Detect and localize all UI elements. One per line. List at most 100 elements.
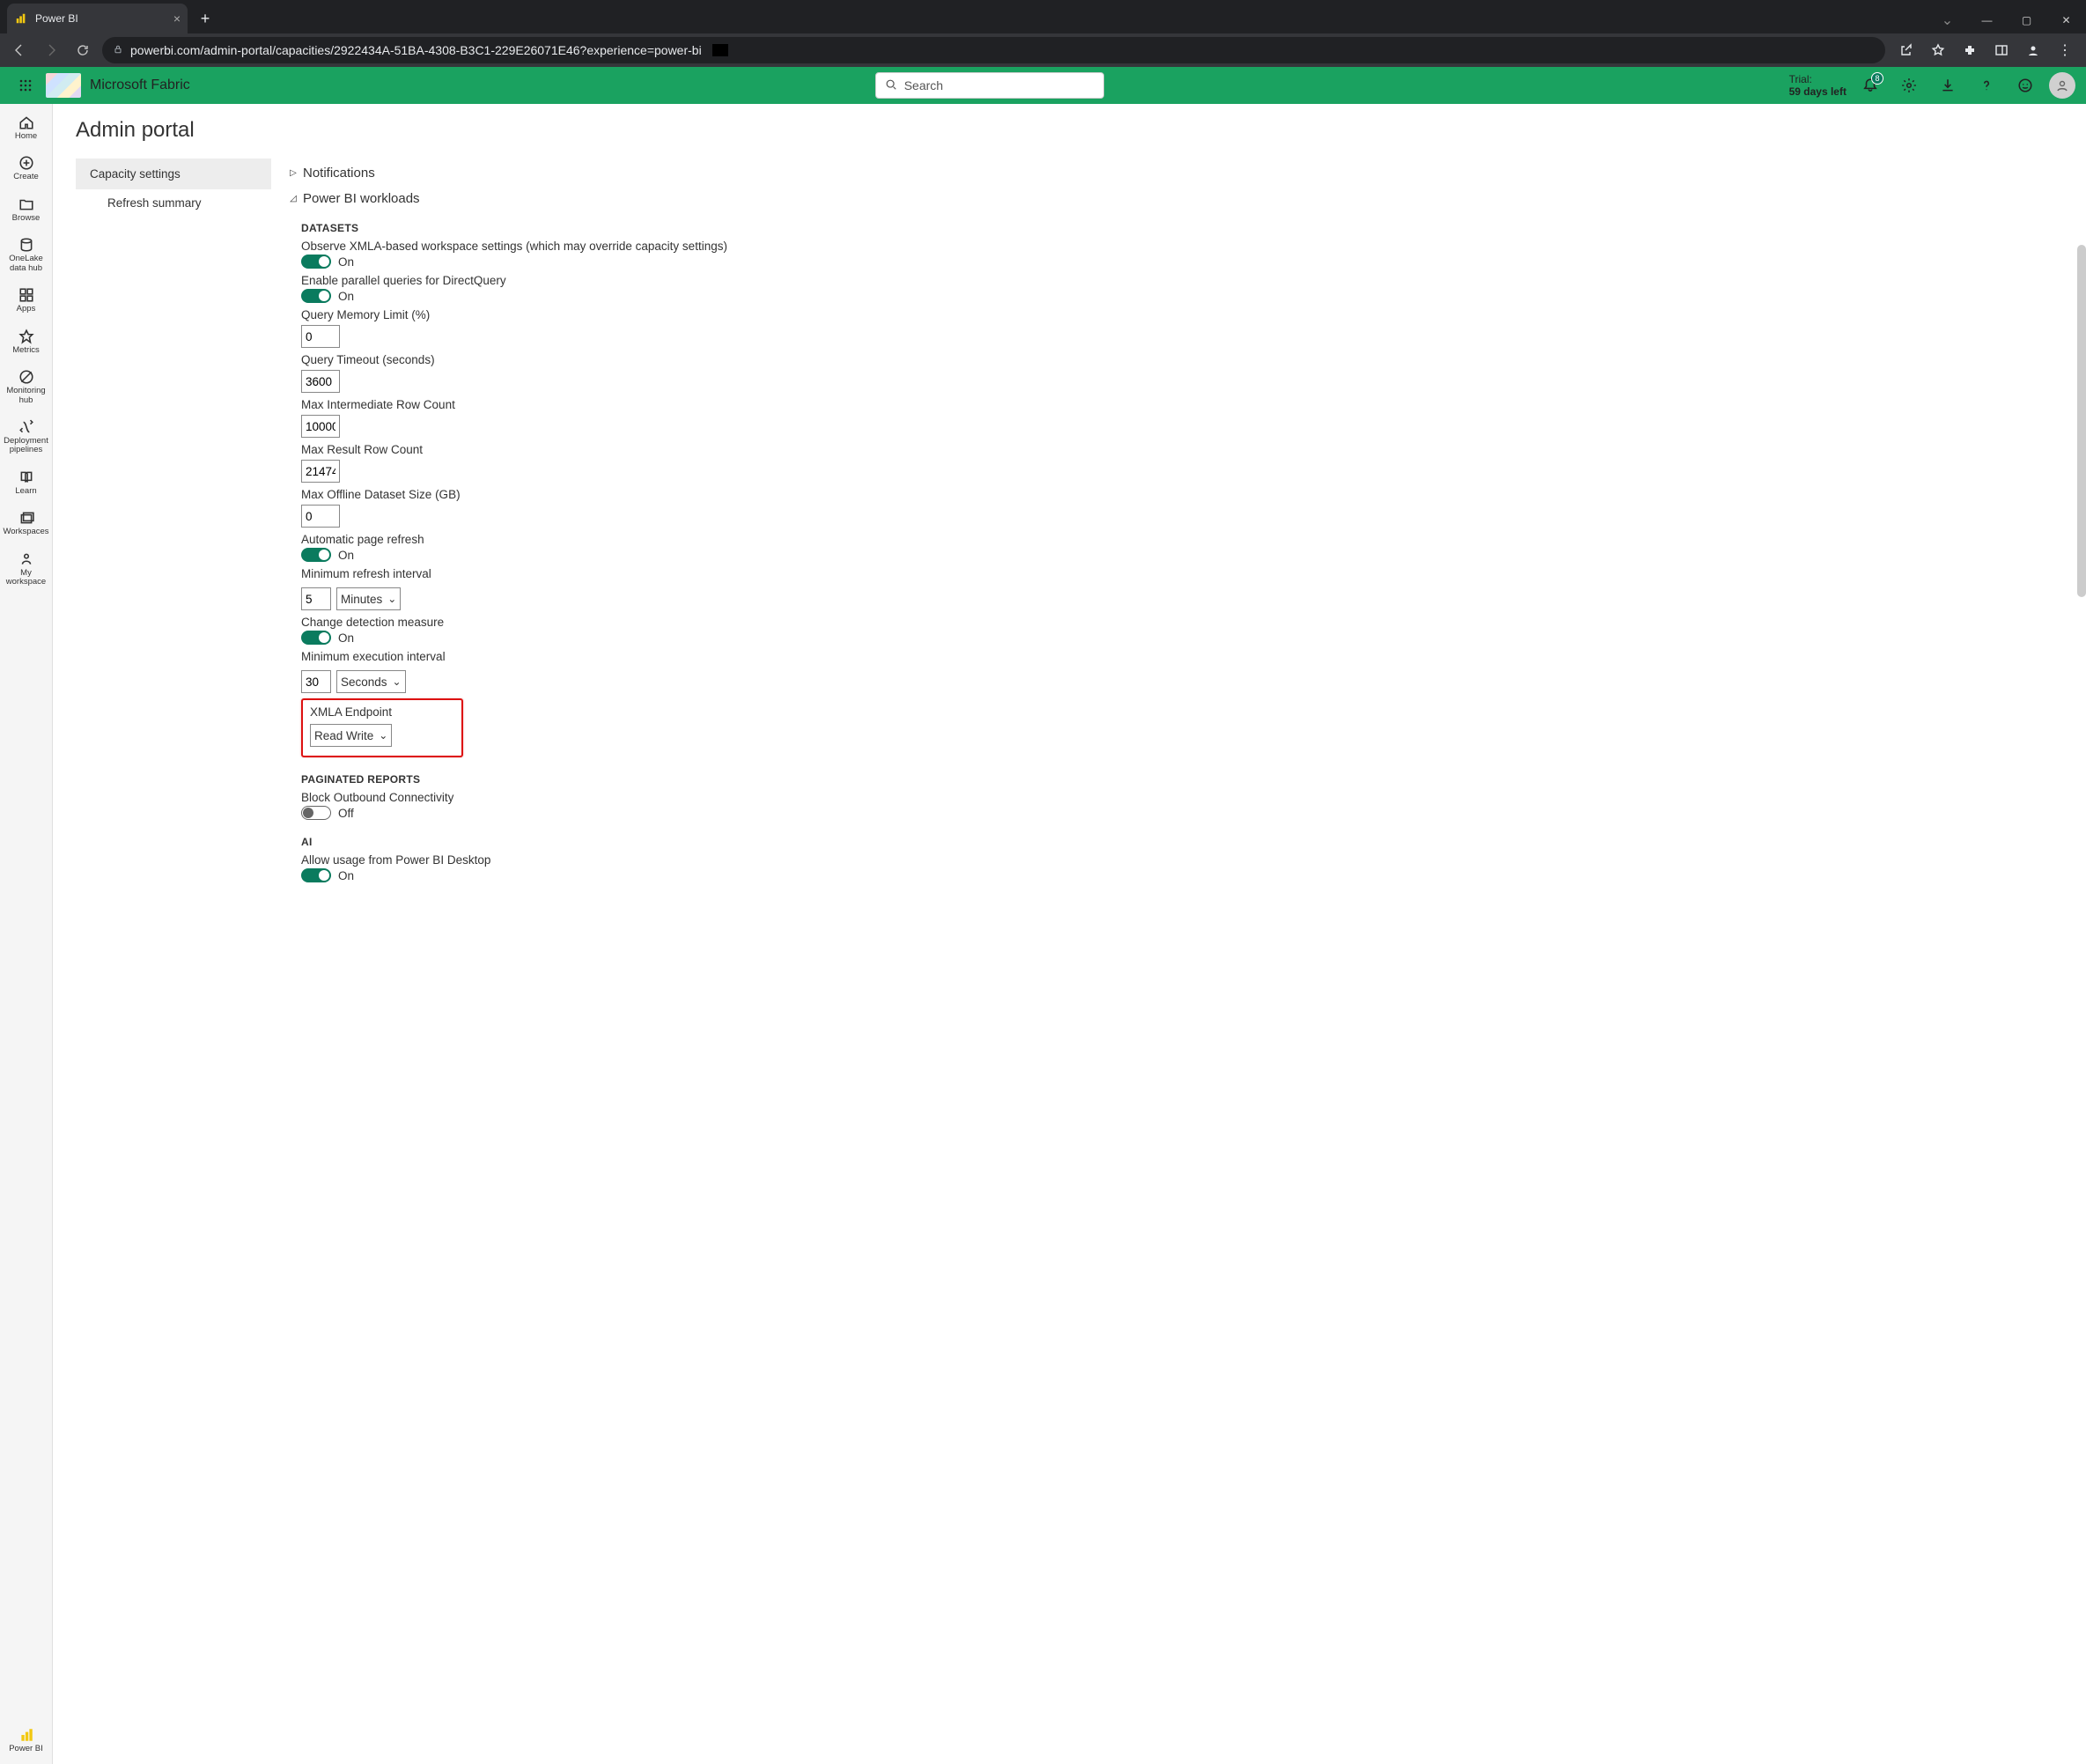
close-window-button[interactable]: ✕ xyxy=(2046,7,2086,33)
xmla-endpoint-select[interactable]: Read Write xyxy=(310,724,392,747)
feedback-icon[interactable] xyxy=(2010,70,2040,100)
browser-titlebar: Power BI × + ⌄ — ▢ ✕ xyxy=(0,0,2086,33)
maxint-input[interactable] xyxy=(301,415,340,438)
nav-myworkspace[interactable]: My workspace xyxy=(1,546,52,593)
browser-tab-title: Power BI xyxy=(35,12,78,25)
maxint-label: Max Intermediate Row Count xyxy=(301,398,2063,411)
cdm-toggle[interactable] xyxy=(301,631,331,645)
extensions-icon[interactable] xyxy=(1956,36,1984,64)
parallel-dq-state: On xyxy=(338,290,354,303)
nav-workspaces[interactable]: Workspaces xyxy=(1,505,52,542)
nav-metrics[interactable]: Metrics xyxy=(1,323,52,360)
section-workloads-label: Power BI workloads xyxy=(303,191,420,206)
trial-value: 59 days left xyxy=(1789,85,1846,98)
maxoff-input[interactable] xyxy=(301,505,340,528)
tabs-chevron-icon[interactable]: ⌄ xyxy=(1928,7,1967,33)
nav-apps[interactable]: Apps xyxy=(1,282,52,319)
kebab-menu-icon[interactable]: ⋮ xyxy=(2051,36,2079,64)
back-button[interactable] xyxy=(7,38,32,63)
ai-allow-label: Allow usage from Power BI Desktop xyxy=(301,853,2063,867)
minexec-label: Minimum execution interval xyxy=(301,650,2063,663)
scrollbar[interactable] xyxy=(2077,245,2086,597)
minexec-input[interactable] xyxy=(301,670,331,693)
reload-button[interactable] xyxy=(70,38,95,63)
nav-create[interactable]: Create xyxy=(1,150,52,187)
subnav-capacity-settings[interactable]: Capacity settings xyxy=(76,159,271,189)
nav-home[interactable]: Home xyxy=(1,109,52,146)
ai-allow-toggle[interactable] xyxy=(301,868,331,882)
powerbi-favicon-icon xyxy=(14,11,28,26)
caret-right-icon: ▷ xyxy=(289,168,298,178)
settings-content: ▷ Notifications ◿ Power BI workloads DAT… xyxy=(289,159,2063,882)
section-workloads[interactable]: ◿ Power BI workloads xyxy=(289,186,2063,211)
qtimeout-input[interactable] xyxy=(301,370,340,393)
nav-pipelines[interactable]: Deployment pipelines xyxy=(1,414,52,461)
trial-label: Trial: xyxy=(1789,73,1846,85)
new-tab-button[interactable]: + xyxy=(193,6,217,31)
cdm-label: Change detection measure xyxy=(301,616,2063,629)
subnav-refresh-summary[interactable]: Refresh summary xyxy=(76,189,271,217)
minref-unit-select[interactable]: Minutes xyxy=(336,587,401,610)
nav-onelake[interactable]: OneLake data hub xyxy=(1,232,52,278)
xmla-label: XMLA Endpoint xyxy=(310,705,454,719)
qtimeout-label: Query Timeout (seconds) xyxy=(301,353,2063,366)
minimize-button[interactable]: — xyxy=(1967,7,2007,33)
window-controls: ⌄ — ▢ ✕ xyxy=(1928,7,2086,33)
brand-title: Microsoft Fabric xyxy=(90,77,190,93)
observe-xmla-toggle[interactable] xyxy=(301,255,331,269)
search-input[interactable]: Search xyxy=(875,72,1104,99)
block-outbound-toggle[interactable] xyxy=(301,806,331,820)
fabric-header: Microsoft Fabric Search Trial: 59 days l… xyxy=(0,67,2086,104)
trial-status: Trial: 59 days left xyxy=(1789,73,1846,99)
notifications-icon[interactable]: 8 xyxy=(1855,70,1885,100)
block-outbound-label: Block Outbound Connectivity xyxy=(301,791,2063,804)
settings-subnav: Capacity settings Refresh summary xyxy=(76,159,271,882)
app-launcher-icon[interactable] xyxy=(11,70,41,100)
left-nav: Home Create Browse OneLake data hub Apps… xyxy=(0,104,53,1764)
help-icon[interactable] xyxy=(1972,70,2001,100)
parallel-dq-toggle[interactable] xyxy=(301,289,331,303)
settings-icon[interactable] xyxy=(1894,70,1924,100)
maxres-input[interactable] xyxy=(301,460,340,483)
maxres-label: Max Result Row Count xyxy=(301,443,2063,456)
page-title: Admin portal xyxy=(76,118,2063,143)
group-datasets-header: DATASETS xyxy=(301,222,2063,234)
main-content: Admin portal Capacity settings Refresh s… xyxy=(53,104,2086,1764)
minexec-unit-select[interactable]: Seconds xyxy=(336,670,406,693)
caret-down-icon: ◿ xyxy=(289,194,298,203)
apr-state: On xyxy=(338,549,354,562)
url-badge xyxy=(712,44,728,56)
apr-toggle[interactable] xyxy=(301,548,331,562)
sidepanel-icon[interactable] xyxy=(1987,36,2016,64)
share-icon[interactable] xyxy=(1892,36,1920,64)
notif-count-badge: 8 xyxy=(1871,72,1883,85)
ai-allow-state: On xyxy=(338,869,354,882)
xmla-highlight-box: XMLA Endpoint Read Write xyxy=(301,698,463,757)
profile-icon[interactable] xyxy=(2019,36,2047,64)
section-notifications[interactable]: ▷ Notifications xyxy=(289,160,2063,186)
maxoff-label: Max Offline Dataset Size (GB) xyxy=(301,488,2063,501)
cdm-state: On xyxy=(338,631,354,645)
search-icon xyxy=(885,78,897,93)
url-bar[interactable]: powerbi.com/admin-portal/capacities/2922… xyxy=(102,37,1885,63)
bookmark-icon[interactable] xyxy=(1924,36,1952,64)
block-outbound-state: Off xyxy=(338,807,354,820)
minref-input[interactable] xyxy=(301,587,331,610)
section-notifications-label: Notifications xyxy=(303,166,375,181)
observe-xmla-label: Observe XMLA-based workspace settings (w… xyxy=(301,240,2063,253)
fabric-logo xyxy=(46,73,81,98)
nav-learn[interactable]: Learn xyxy=(1,464,52,501)
apr-label: Automatic page refresh xyxy=(301,533,2063,546)
maximize-button[interactable]: ▢ xyxy=(2007,7,2046,33)
browser-tab[interactable]: Power BI × xyxy=(7,4,188,33)
download-icon[interactable] xyxy=(1933,70,1963,100)
nav-powerbi-switcher[interactable]: Power BI xyxy=(1,1722,52,1759)
user-avatar[interactable] xyxy=(2049,72,2075,99)
lock-icon xyxy=(113,43,123,57)
qmem-input[interactable] xyxy=(301,325,340,348)
minref-label: Minimum refresh interval xyxy=(301,567,2063,580)
close-tab-icon[interactable]: × xyxy=(173,11,181,26)
nav-browse[interactable]: Browse xyxy=(1,191,52,228)
forward-button[interactable] xyxy=(39,38,63,63)
nav-monitoring[interactable]: Monitoring hub xyxy=(1,364,52,410)
